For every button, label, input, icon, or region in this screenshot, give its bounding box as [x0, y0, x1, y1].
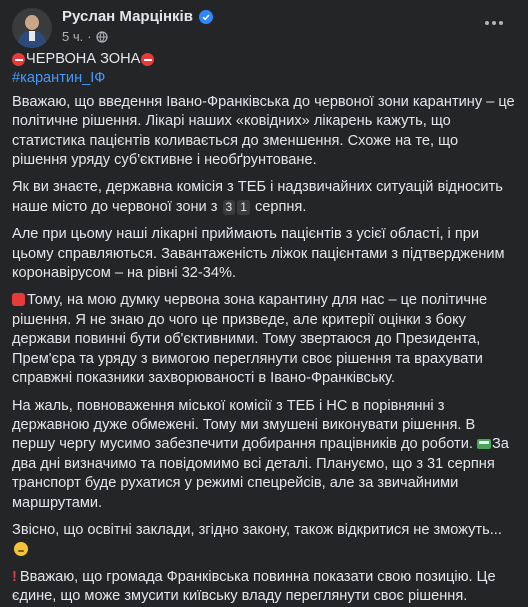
paragraph-3: Але при цьому наші лікарні приймають пац…: [12, 226, 505, 282]
post-card: Руслан Марцінків 5 ч. · ЧЕРВОНА ЗОНА #ка…: [0, 0, 528, 604]
paragraph-1: Вважаю, що введення Івано-Франківська до…: [12, 93, 515, 169]
hashtag-link[interactable]: #карантин_ІФ: [12, 69, 516, 88]
paragraph-4-text: Тому, на мою думку червона зона карантин…: [12, 292, 488, 387]
verified-badge-icon: [198, 9, 213, 24]
paragraph-6-text: Звісно, що освітні заклади, згідно закон…: [12, 521, 502, 538]
paragraph-2: Як ви знаєте, державна комісія з ТЕБ і н…: [12, 178, 516, 217]
paragraph-4: Тому, на мою думку червона зона карантин…: [12, 291, 516, 388]
post-time[interactable]: 5 ч.: [62, 29, 83, 44]
paragraph-5: На жаль, повноваження міської комісії з …: [12, 397, 516, 513]
paragraph-2-end: серпня.: [254, 198, 307, 215]
author-row: Руслан Марцінків: [62, 8, 213, 25]
globe-icon: [95, 30, 108, 43]
paragraph-7-text: Вважаю, що громада Франківська повинна п…: [12, 568, 496, 605]
paragraph-6: Звісно, що освітні заклади, згідно закон…: [12, 521, 516, 560]
digit-3-emoji: 3: [222, 199, 236, 215]
post-title: ЧЕРВОНА ЗОНА: [26, 51, 141, 67]
post-title-line: ЧЕРВОНА ЗОНА: [12, 50, 516, 69]
post-header: Руслан Марцінків 5 ч. ·: [12, 0, 516, 50]
separator-dot: ·: [87, 29, 92, 44]
no-entry-icon: [141, 53, 155, 67]
exclamation-icon: !: [12, 568, 17, 585]
no-entry-icon: [12, 53, 25, 67]
author-name[interactable]: Руслан Марцінків: [62, 8, 193, 25]
paragraph-7: ! Вважаю, що громада Франківська повинна …: [12, 568, 516, 607]
sad-face-icon: [14, 542, 28, 557]
post-meta: 5 ч. ·: [62, 29, 108, 44]
post-content: ЧЕРВОНА ЗОНА #карантин_ІФ Вважаю, що вве…: [12, 50, 516, 607]
bus-icon: [476, 439, 491, 450]
avatar[interactable]: [12, 8, 52, 48]
red-square-icon: [12, 293, 25, 307]
digit-1-emoji: 1: [237, 199, 250, 215]
paragraph-5-text: На жаль, повноваження міської комісії з …: [12, 397, 476, 453]
more-options-icon[interactable]: [480, 12, 508, 34]
